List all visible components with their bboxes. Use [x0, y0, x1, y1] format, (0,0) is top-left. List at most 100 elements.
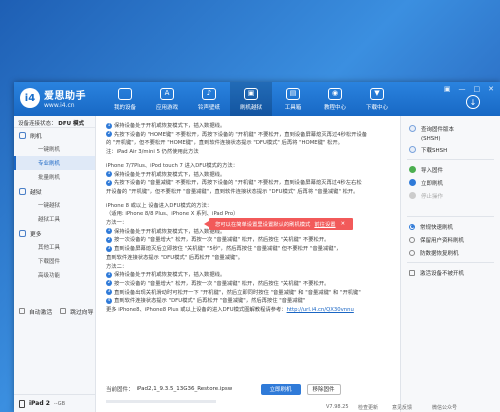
nav-toolbox[interactable]: ▤ 工具箱 [272, 82, 314, 116]
sidebar-item-advanced[interactable]: 高级功能 [14, 268, 95, 282]
tooltip-settings-link[interactable]: 前往设置 [314, 220, 335, 228]
instruction-line: 的 "开机键"，但不要松开 "HOME键"，直到软件连接状态提示 "DFU模式"… [106, 139, 394, 148]
stop-icon [409, 192, 416, 199]
mode-anti-recovery-radio[interactable] [409, 249, 415, 256]
instruction-line: 3 直到设备屏幕熄灭后立即按住 "关机键" "5秒"，然后再按住 "音量减键" 但… [106, 245, 394, 254]
sidebar-group-label: 刷机 [30, 133, 42, 140]
auto-activate-row[interactable]: 自动激活 跳过向导 [14, 304, 95, 318]
nav-download-center[interactable]: ▼ 下载中心 [356, 82, 398, 116]
device-status: 设备连接状态： DFU 模式 [14, 116, 95, 128]
instruction-text: 保持设备处于开机或恢复模式下，插入数据线。 [114, 171, 226, 178]
nav-tutorials[interactable]: ◉ 教程中心 [314, 82, 356, 116]
minimize-icon[interactable]: — [459, 85, 466, 93]
close-icon[interactable]: ✕ [488, 85, 494, 93]
step-number-icon: 4 [106, 297, 112, 304]
flash-icon [409, 179, 416, 186]
instruction-text: 方法一： [106, 220, 128, 227]
sidebar-item-one-click-jailbreak[interactable]: 一键越狱 [14, 198, 95, 212]
step-number-icon: 2 [106, 236, 112, 243]
sidebar-item-jailbreak-tools[interactable]: 越狱工具 [14, 212, 95, 226]
instruction-text: 先按下设备的 "音量减键" 不要松开，再按下设备的 "开机键" 不要松开，直到设… [114, 180, 362, 187]
instruction-text: 保持设备处于开机或恢复模式下，插入数据线。 [114, 272, 226, 279]
instruction-text: iPhone 8 或以上 设备进入DFU模式的方法： [106, 202, 213, 209]
activate-label: 激活设备不被开机 [420, 270, 465, 277]
firmware-row: 当前固件： iPad2,1_9.3.5_13G36_Restore.ipsw 立… [106, 382, 394, 396]
import-firmware-button[interactable]: 导入固件 [401, 163, 500, 176]
tutorial-link[interactable]: http://url.i4.cn/QX30vnnu [287, 307, 354, 313]
query-icon [409, 125, 416, 132]
nav-label: 刷机越狱 [239, 104, 262, 111]
step-number-icon: 1 [106, 271, 112, 278]
version-label: V7.98.25 [326, 404, 349, 410]
remove-firmware-button[interactable]: 移除固件 [306, 383, 341, 395]
download-shsh-icon [409, 146, 416, 153]
instruction-line: 2 先按下设备的 "HOME键" 不要松开，再按下设备的 "开机键" 不要松开，直… [106, 131, 394, 140]
mode-keep-data-radio[interactable] [409, 236, 415, 243]
device-info[interactable]: iPad 2 --GB [14, 394, 96, 412]
tooltip-text: 您可以在简单设置里设置默认的刷机模式 [215, 222, 311, 228]
stop-label: 停止操作 [421, 193, 444, 200]
download-shsh-label: 下载SHSH [421, 147, 448, 154]
instruction-line: 1 保持设备处于开机或恢复模式下，插入数据线。 [106, 271, 394, 280]
nav-flash-jailbreak[interactable]: ▣ 刷机越狱 [230, 82, 272, 116]
device-storage: --GB [53, 400, 66, 407]
instruction-line: 1 保持设备处于开机或恢复模式下，插入数据线。 [106, 122, 394, 131]
sidebar-group-more[interactable]: 更多 [14, 226, 95, 240]
skip-guide-checkbox[interactable] [60, 308, 67, 314]
mode-anti-recovery[interactable]: 防数据恢复刷机 [401, 246, 500, 259]
logo-icon: i4 [20, 88, 40, 108]
feedback-link[interactable]: 意见反馈 [392, 404, 412, 411]
instruction-line: 注：iPad Air 3/mini 5 仍然使用此方法 [106, 148, 394, 157]
step-number-icon: 3 [106, 289, 112, 296]
activate-option[interactable]: 激活设备不被开机 [401, 266, 500, 279]
sidebar-group-flash[interactable]: 刷机 [14, 128, 95, 142]
instruction-text: 按一次设备的 "音量增大" 松开，再按一次 "音量减键" 松开，然后按住 "关机… [114, 237, 330, 244]
step-number-icon: 2 [106, 131, 112, 138]
nav-label: 应用游戏 [155, 104, 178, 111]
wechat-link[interactable]: 微信公众号 [432, 404, 457, 411]
download-center-icon: ▼ [370, 87, 384, 100]
ipad-icon [19, 399, 25, 408]
mode-quick-radio[interactable] [409, 223, 415, 230]
sidebar-item-other-tools[interactable]: 其他工具 [14, 240, 95, 254]
instruction-text: 保持设备处于开机或恢复模式下，插入数据线。 [114, 123, 226, 129]
download-shsh-button[interactable]: 下载SHSH [401, 143, 500, 156]
instruction-text: 的 "开机键"，但不要松开 "HOME键"，直到软件连接状态提示 "DFU模式"… [106, 140, 343, 147]
flash-now-side-button[interactable]: 立即刷机 [401, 176, 500, 189]
device-name: iPad 2 [29, 400, 50, 407]
auto-activate-label: 自动激活 [29, 309, 53, 316]
tooltip-close-icon[interactable]: ✕ [341, 221, 345, 227]
step-number-icon: 2 [106, 179, 112, 186]
sidebar-item-download-firmware[interactable]: 下载固件 [14, 254, 95, 268]
instruction-line: 直到软件连接状态提示 "DFU模式" 后再松开 "音量减键"。 [106, 254, 394, 263]
step-number-icon: 2 [106, 280, 112, 287]
maximize-icon[interactable]: □ [474, 85, 481, 93]
flash-icon: ▣ [244, 87, 258, 100]
check-update-link[interactable]: 检查更新 [358, 404, 378, 411]
main-nav: 我的设备 A 应用游戏 ♪ 铃声壁纸 ▣ 刷机越狱 ▤ 工具箱 ◉ 教程中心 ▼… [104, 82, 398, 116]
activate-checkbox[interactable] [409, 269, 415, 276]
download-icon[interactable]: ↓ [466, 95, 480, 109]
import-icon [409, 166, 416, 173]
nav-my-device[interactable]: 我的设备 [104, 82, 146, 116]
instruction-text: 注：iPad Air 3/mini 5 仍然使用此方法 [106, 149, 199, 156]
instruction-line: 方法二： [106, 263, 394, 272]
apple-icon [118, 87, 132, 100]
skin-icon[interactable]: ▣ [444, 85, 451, 93]
nav-ringtones[interactable]: ♪ 铃声壁纸 [188, 82, 230, 116]
query-shsh-button[interactable]: 查询固件版本 [401, 122, 500, 135]
stop-button[interactable]: 停止操作 [401, 189, 500, 202]
auto-activate-checkbox[interactable] [19, 308, 25, 314]
sidebar-item-one-click-flash[interactable]: 一键刷机 [14, 142, 95, 156]
flash-now-button[interactable]: 立即刷机 [260, 383, 301, 395]
sidebar-group-jailbreak[interactable]: 越狱 [14, 184, 95, 198]
mode-quick[interactable]: 常规快速刷机 [401, 220, 500, 233]
sidebar-item-batch-flash[interactable]: 批量刷机 [14, 170, 95, 184]
phone-icon [19, 131, 26, 139]
mode-keep-data[interactable]: 保留用户资料刷机 [401, 233, 500, 246]
nav-apps-games[interactable]: A 应用游戏 [146, 82, 188, 116]
device-status-value: DFU 模式 [58, 121, 84, 127]
sidebar-item-pro-flash[interactable]: 专业刷机 [14, 156, 95, 170]
instruction-line: 2 先按下设备的 "音量减键" 不要松开，再按下设备的 "开机键" 不要松开，直到… [106, 179, 394, 188]
sidebar: 设备连接状态： DFU 模式 刷机 一键刷机 专业刷机 批量刷机 越狱 一键越狱… [14, 116, 96, 412]
